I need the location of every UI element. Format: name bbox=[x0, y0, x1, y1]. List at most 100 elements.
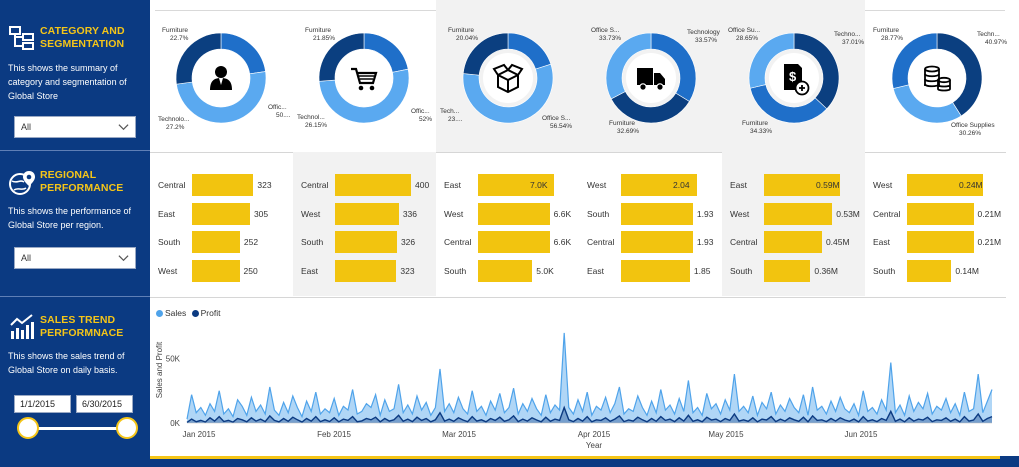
bar-2-bar-4[interactable] bbox=[335, 260, 397, 282]
bar-5-value-3: 0.45M bbox=[825, 237, 850, 247]
donut-3-label-1: Furniture 20.04% bbox=[448, 27, 478, 43]
svg-text:$: $ bbox=[789, 69, 797, 84]
bar-5-bar-2[interactable] bbox=[764, 203, 833, 225]
donut-label-name: Furniture bbox=[448, 27, 475, 34]
donut-3-label-2: Office S... 56.54% bbox=[542, 115, 572, 131]
bar-6-bar-4[interactable] bbox=[907, 260, 952, 282]
bar-2-bar-3[interactable] bbox=[335, 231, 397, 253]
y-tick-2: 0K bbox=[170, 419, 180, 428]
donut-label-pct: 56.54% bbox=[550, 123, 573, 130]
donut-label-name: Furniture bbox=[873, 27, 900, 34]
bar-3-value-3: 6.6K bbox=[553, 237, 572, 247]
chevron-down-icon bbox=[118, 124, 129, 131]
x-tick-6: Jun 2015 bbox=[845, 430, 878, 439]
donut-2-label-3: Technol... 26.15% bbox=[297, 114, 327, 130]
bar-3-region-3: Central bbox=[444, 237, 472, 247]
bar-4-bar-4[interactable] bbox=[621, 260, 690, 282]
donut-5-label-3: Office Su... 28.65% bbox=[728, 27, 760, 43]
region-dropdown[interactable]: All bbox=[14, 247, 136, 269]
donut-label-pct: 23.... bbox=[448, 116, 463, 123]
date-slider-end-handle[interactable] bbox=[116, 417, 138, 439]
donut-label-name: Furniture bbox=[162, 27, 189, 34]
bar-2-value-1: 400 bbox=[415, 180, 430, 190]
category-desc: This shows the summary of category and s… bbox=[8, 63, 127, 101]
bar-3-bar-2[interactable] bbox=[478, 203, 550, 225]
regional-title-2: PERFORMANCE bbox=[40, 182, 124, 194]
chevron-down-icon bbox=[118, 255, 129, 262]
trend-section: SALES TREND PERFORMNACE This shows the s… bbox=[0, 296, 150, 456]
x-tick-3: Mar 2015 bbox=[442, 430, 476, 439]
bar-1-region-4: West bbox=[158, 266, 178, 276]
bar-4-bar-2[interactable] bbox=[621, 203, 693, 225]
bar-6-bar-3[interactable] bbox=[907, 231, 974, 253]
donut-label-name: Furniture bbox=[609, 120, 636, 127]
donut-1-label-2: Offic... 50.... bbox=[268, 104, 290, 120]
bar-3-value-4: 5.0K bbox=[536, 266, 554, 276]
start-date-input[interactable]: 1/1/2015 bbox=[14, 395, 71, 413]
category-dropdown[interactable]: All bbox=[14, 116, 136, 138]
bar-4-value-3: 1.93 bbox=[696, 237, 714, 247]
bar-1-bar-2[interactable] bbox=[192, 203, 250, 225]
bar-4-bar-3[interactable] bbox=[621, 231, 693, 253]
donut-5-label-1: Techno... 37.01% bbox=[834, 31, 864, 47]
donut-label-pct: 32.69% bbox=[617, 128, 640, 135]
series-sales-area bbox=[187, 332, 992, 423]
date-slider-start-handle[interactable] bbox=[17, 417, 39, 439]
bar-4-region-1: West bbox=[587, 180, 607, 190]
donut-label-pct: 52% bbox=[419, 116, 433, 123]
bar-2-bar-2[interactable] bbox=[335, 203, 399, 225]
donut-label-pct: 40.97% bbox=[985, 39, 1008, 46]
donut-label-pct: 22.7% bbox=[170, 35, 189, 42]
donut-label-pct: 28.65% bbox=[736, 35, 759, 42]
bar-6-value-1: 0.24M bbox=[959, 180, 983, 190]
donut-label-name: Furniture bbox=[305, 27, 332, 34]
row-divider-2 bbox=[150, 297, 1006, 298]
bar-2-region-4: East bbox=[301, 266, 319, 276]
bar-3-bar-4[interactable] bbox=[478, 260, 533, 282]
donut-label-name: Technolo... bbox=[158, 116, 190, 123]
bar-1-bar-4[interactable] bbox=[192, 260, 240, 282]
bar-5-bar-4[interactable] bbox=[764, 260, 811, 282]
donut-label-name: Technology bbox=[687, 29, 720, 36]
bar-4-region-4: East bbox=[587, 266, 605, 276]
x-tick-4: Apr 2015 bbox=[578, 430, 611, 439]
bar-5-bar-3[interactable] bbox=[764, 231, 822, 253]
end-date-input[interactable]: 6/30/2015 bbox=[76, 395, 133, 413]
donut-6-center bbox=[912, 53, 962, 103]
bar-4-value-4: 1.85 bbox=[693, 266, 711, 276]
donut-label-pct: 37.01% bbox=[842, 39, 865, 46]
bar-1-bar-3[interactable] bbox=[192, 231, 240, 253]
bar-6-value-2: 0.21M bbox=[977, 209, 1002, 219]
donut-2-center bbox=[339, 53, 389, 103]
donut-label-name: Office Supplies bbox=[951, 122, 995, 129]
bar-5-region-1: East bbox=[730, 180, 748, 190]
donut-label-pct: 21.85% bbox=[313, 35, 336, 42]
bar-6-bar-2[interactable] bbox=[907, 203, 974, 225]
regional-section: REGIONAL PERFORMANCE This shows the perf… bbox=[0, 150, 150, 296]
donut-label-name: Office S... bbox=[591, 27, 620, 34]
bar-3-value-1: 7.0K bbox=[530, 180, 548, 190]
bar-1-bar-1[interactable] bbox=[192, 174, 254, 196]
bar-trend-icon bbox=[10, 314, 34, 339]
date-slider-track[interactable] bbox=[24, 427, 127, 430]
bar-6-value-3: 0.21M bbox=[977, 237, 1002, 247]
x-axis-label: Year bbox=[586, 441, 603, 450]
donut-3-label-3: Tech... 23.... bbox=[440, 108, 462, 124]
donut-2-label-1: Furniture 21.85% bbox=[305, 27, 335, 43]
bar-4-region-2: South bbox=[587, 209, 610, 219]
bar-6-value-4: 0.14M bbox=[955, 266, 979, 276]
trend-title-1: SALES TREND bbox=[40, 314, 116, 326]
bar-3-bar-3[interactable] bbox=[478, 231, 550, 253]
bar-2-bar-1[interactable] bbox=[335, 174, 411, 196]
bar-4-region-3: Central bbox=[587, 237, 615, 247]
category-dropdown-value: All bbox=[21, 122, 32, 132]
donut-6-label-3: Furniture 28.77% bbox=[873, 27, 903, 43]
bar-2-region-1: Central bbox=[301, 180, 329, 190]
category-title-2: SEGMENTATION bbox=[40, 38, 125, 50]
donut-label-pct: 20.04% bbox=[456, 35, 479, 42]
bar-5-region-3: Central bbox=[730, 237, 758, 247]
sidebar: CATEGORY AND SEGMENTATION This shows the… bbox=[0, 0, 150, 467]
bar-3-region-4: South bbox=[444, 266, 467, 276]
bar-1-region-2: East bbox=[158, 209, 176, 219]
donut-6-label-2: Office Supplies 30.26% bbox=[951, 122, 995, 138]
